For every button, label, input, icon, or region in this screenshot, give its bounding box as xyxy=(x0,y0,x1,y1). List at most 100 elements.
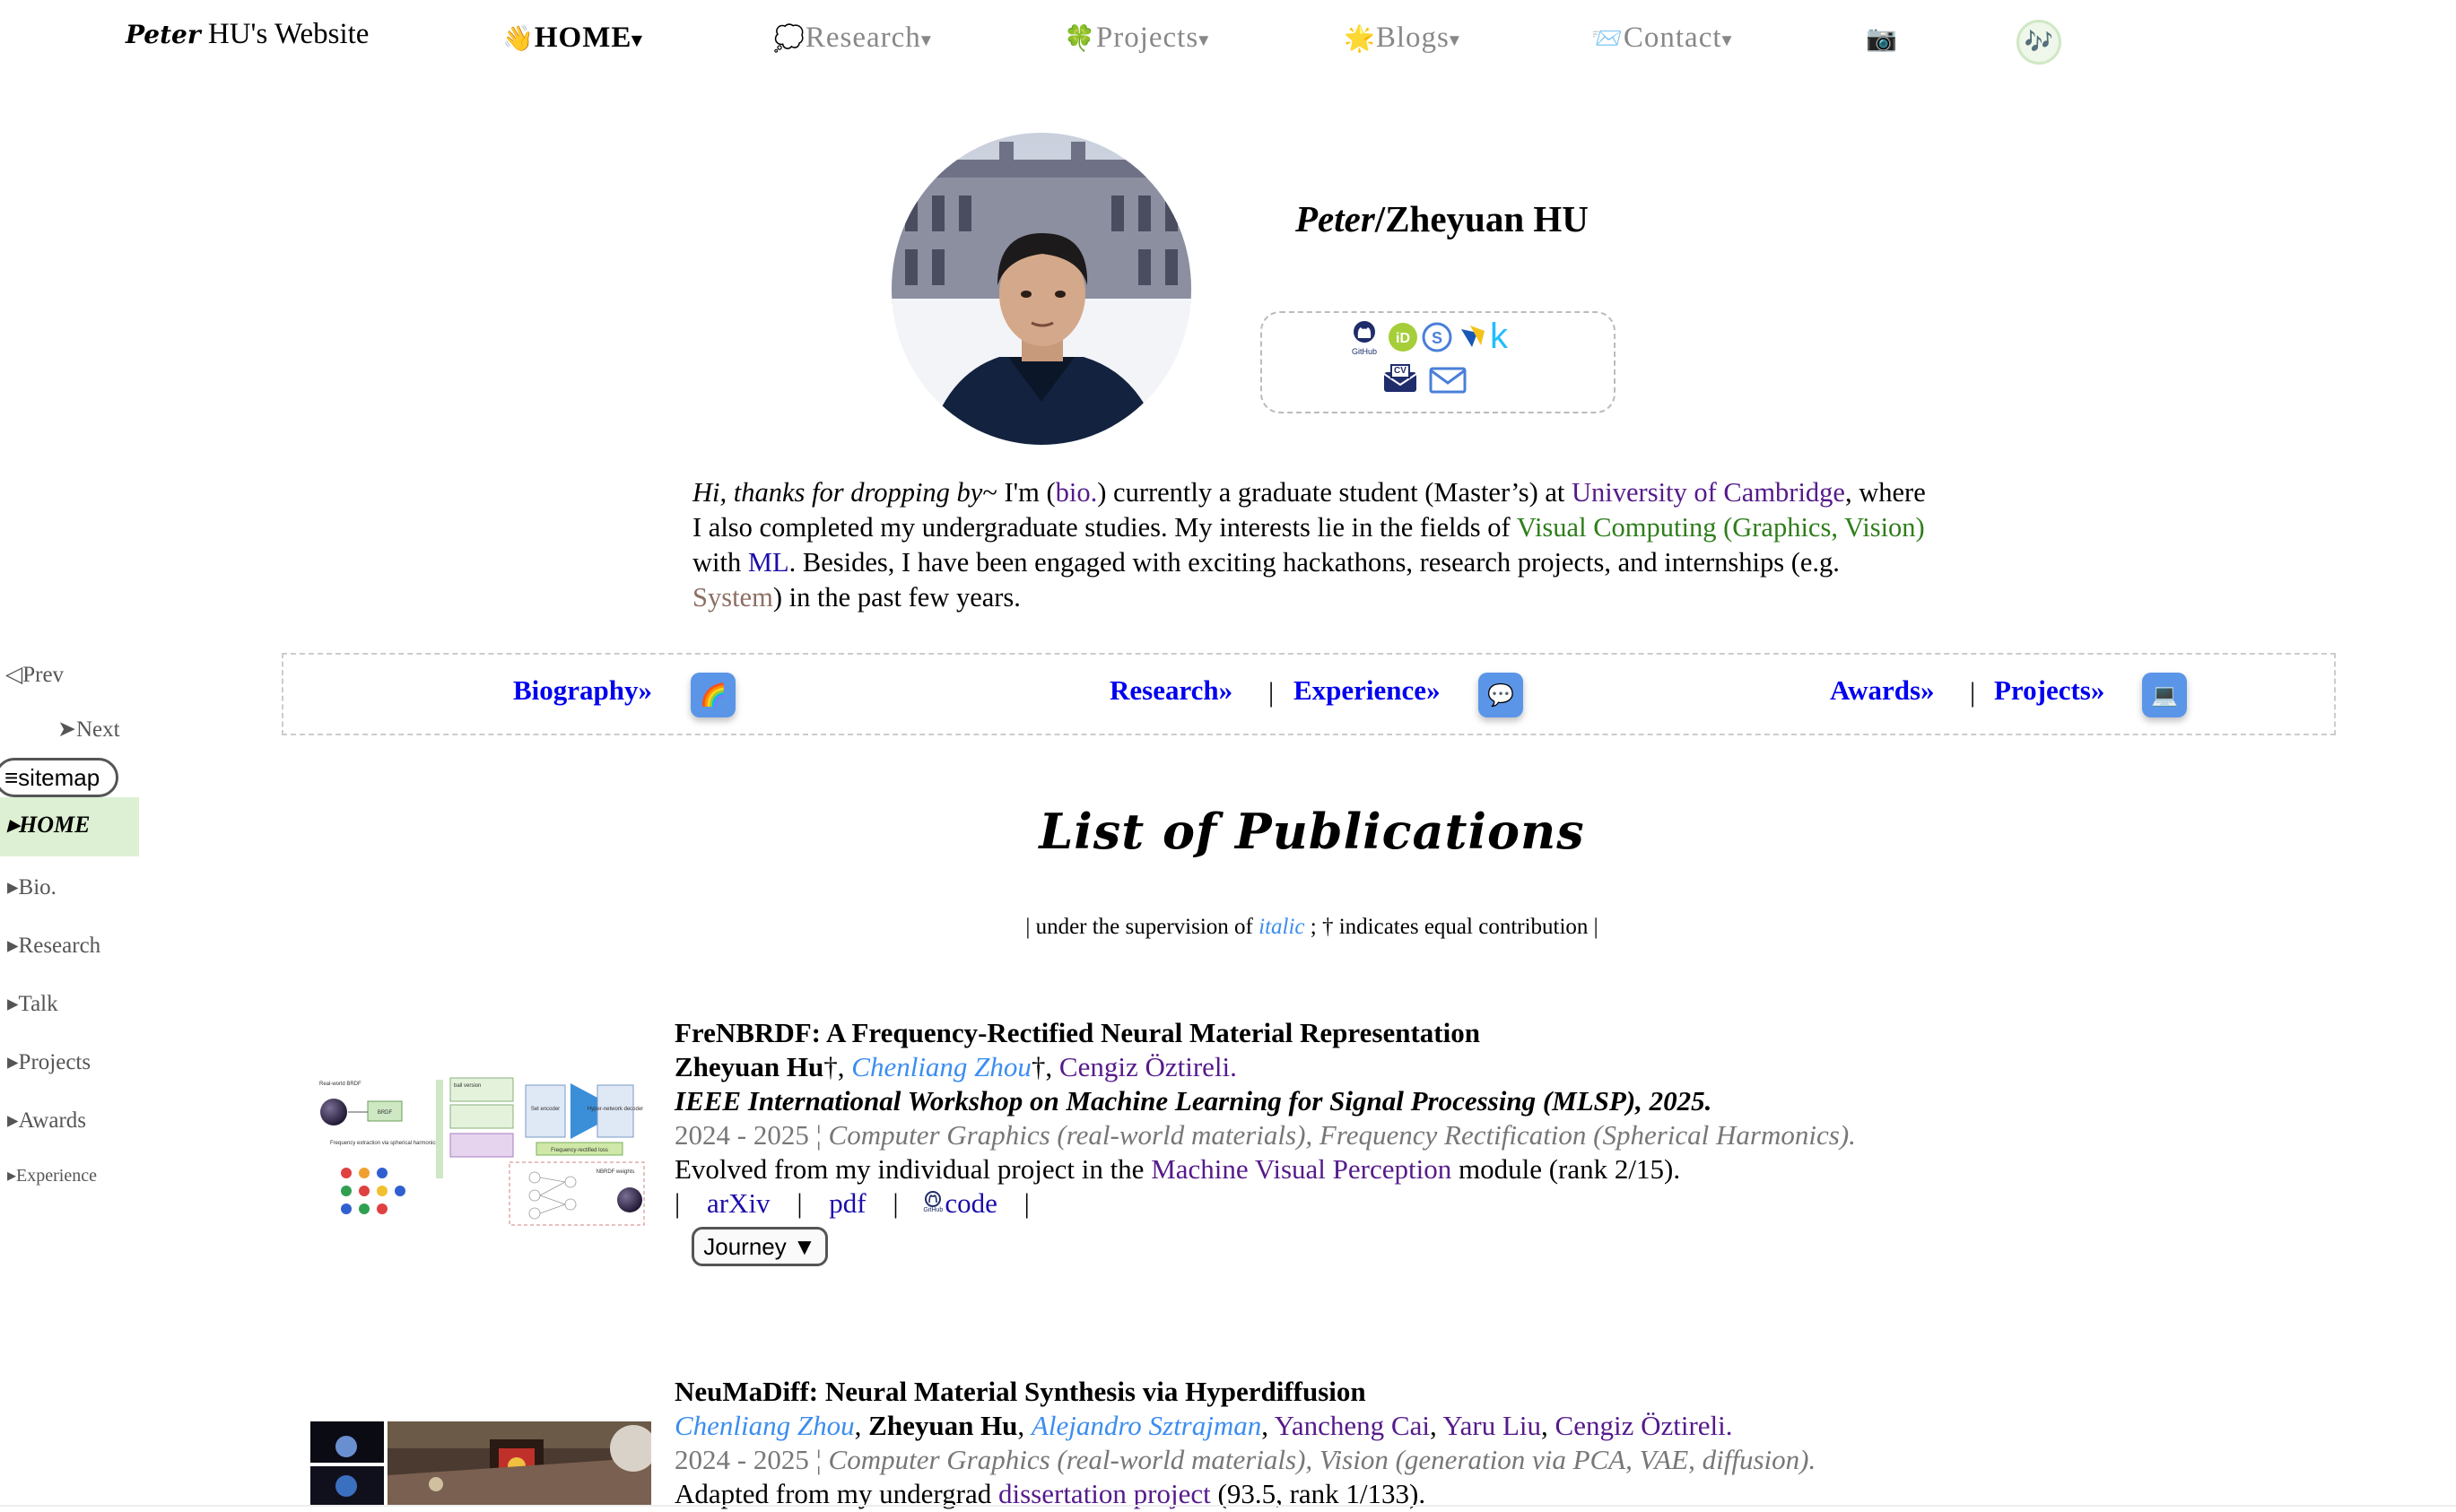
profile-name: Peter/Zheyuan HU xyxy=(1295,197,1589,240)
chevron-down-icon: ▾ xyxy=(1449,28,1460,51)
desc-text: Evolved from my individual project in th… xyxy=(675,1153,1152,1185)
rainbow-button[interactable]: 🌈 xyxy=(691,673,736,717)
thumb-label: Real-world BRDF xyxy=(319,1082,361,1087)
thumb-label: Frequency-rectified loss xyxy=(551,1148,608,1153)
sidenav-item-talk[interactable]: ▸Talk xyxy=(7,990,58,1017)
comma: , xyxy=(854,1410,869,1441)
comma: , xyxy=(1045,1051,1059,1082)
sidenav-item-bio[interactable]: ▸Bio. xyxy=(7,873,57,900)
computer-button[interactable]: 💻 xyxy=(2142,673,2187,717)
nav-projects[interactable]: 🍀Projects▾ xyxy=(1064,22,1209,55)
pdf-link[interactable]: pdf xyxy=(829,1187,866,1219)
desc-text: module (rank 2/15). xyxy=(1451,1153,1681,1185)
cv-link[interactable]: CV xyxy=(1382,363,1418,394)
google-scholar-icon: S xyxy=(1422,322,1452,352)
top-navbar: Peter HU's Website 👋HOME▾ 💭Research▾ 🍀Pr… xyxy=(0,0,2456,81)
author-link-chenliang-zhou[interactable]: Chenliang Zhou xyxy=(851,1051,1032,1082)
nav-home[interactable]: 👋HOME▾ xyxy=(502,22,642,55)
system-link[interactable]: System xyxy=(692,582,773,613)
waving-hand-icon: 👋 xyxy=(502,23,535,53)
profile-name-italic: Peter xyxy=(1295,198,1375,239)
music-toggle-button[interactable]: 🎶 xyxy=(2016,20,2061,65)
visual-computing-link[interactable]: Visual Computing (Graphics, Vision) xyxy=(1517,512,1925,543)
awards-section-link[interactable]: Awards» xyxy=(1830,674,1935,707)
site-title-link[interactable]: Peter HU's Website xyxy=(126,18,369,51)
email-link[interactable] xyxy=(1429,367,1467,397)
experience-section-link[interactable]: Experience» xyxy=(1293,674,1441,707)
music-notes-icon: 🎶 xyxy=(2024,29,2054,56)
prev-link[interactable]: ◁Prev xyxy=(5,661,64,688)
intro-greeting: Hi, thanks for dropping by xyxy=(692,477,983,508)
pub1-venue: IEEE International Workshop on Machine L… xyxy=(675,1085,1712,1117)
author-link-cengiz-oztireli[interactable]: Cengiz Öztireli xyxy=(1555,1410,1726,1441)
comma: , xyxy=(1017,1410,1032,1441)
university-link[interactable]: University of Cambridge xyxy=(1572,477,1845,508)
svg-text:S: S xyxy=(1432,329,1442,347)
author-link-chenliang-zhou[interactable]: Chenliang Zhou xyxy=(675,1410,855,1441)
thumb-label: BRDF xyxy=(378,1110,393,1116)
thought-bubble-icon: 💭 xyxy=(773,23,806,53)
dagger: † xyxy=(823,1051,838,1082)
mvp-module-link[interactable]: Machine Visual Perception xyxy=(1151,1153,1451,1185)
journey-button[interactable]: Journey ▼ xyxy=(692,1227,828,1266)
separator: | xyxy=(1023,1187,1030,1219)
frenbrdf-thumbnail: Real-world BRDF BRDF Frequency extractio… xyxy=(310,1074,651,1229)
chat-button[interactable]: 💬 xyxy=(1478,673,1523,717)
projects-section-link[interactable]: Projects» xyxy=(1994,674,2104,707)
svg-text:iD: iD xyxy=(1396,331,1410,346)
author-link-alejandro-sztrajman[interactable]: Alejandro Sztrajman xyxy=(1032,1410,1261,1441)
thumb-label: ball version xyxy=(454,1083,481,1089)
google-scholar-link[interactable]: S xyxy=(1422,322,1452,352)
camera-button[interactable]: 📷 xyxy=(1866,22,1898,55)
code-link-label: code xyxy=(945,1187,997,1219)
github-link[interactable]: GitHub xyxy=(1348,320,1380,360)
frenbrdf-diagram: Real-world BRDF BRDF Frequency extractio… xyxy=(310,1074,651,1229)
computer-icon: 💻 xyxy=(2151,682,2178,708)
kaggle-icon: k xyxy=(1490,317,1508,356)
dagger: † xyxy=(1031,1051,1046,1082)
nav-blogs-label: Blogs xyxy=(1375,22,1450,54)
pub1-authors: Zheyuan Hu†, Chenliang Zhou†, Cengiz Özt… xyxy=(675,1051,1237,1083)
nav-contact[interactable]: 📨Contact▾ xyxy=(1591,22,1733,55)
nav-research[interactable]: 💭Research▾ xyxy=(773,22,932,55)
chevron-down-icon: ▾ xyxy=(1721,28,1733,51)
intro-text: . Besides, I have been engaged with exci… xyxy=(788,547,1840,578)
author-link-cengiz-oztireli[interactable]: Cengiz Öztireli xyxy=(1059,1051,1230,1082)
bio-link[interactable]: bio. xyxy=(1056,477,1098,508)
orcid-icon: iD xyxy=(1389,323,1417,352)
ml-link[interactable]: ML xyxy=(748,547,789,578)
rainbow-icon: 🌈 xyxy=(700,682,727,708)
orcid-link[interactable]: iD xyxy=(1388,322,1418,352)
comma: , xyxy=(1429,1410,1443,1441)
biography-section-link[interactable]: Biography» xyxy=(513,674,652,707)
profile-name-rest: /Zheyuan HU xyxy=(1374,198,1589,239)
pub1-author-self: Zheyuan Hu xyxy=(675,1051,824,1082)
thumb-label: Set encoder xyxy=(531,1107,560,1112)
nav-projects-label: Projects xyxy=(1095,22,1199,54)
sidenav-item-awards[interactable]: ▸Awards xyxy=(7,1107,86,1134)
thumb-label: NBRDF weights xyxy=(597,1169,635,1175)
profile-photo xyxy=(892,133,1191,445)
envelope-icon: 📨 xyxy=(1591,23,1624,53)
next-link[interactable]: ➤Next xyxy=(57,716,120,743)
nav-blogs[interactable]: 🌟Blogs▾ xyxy=(1344,22,1460,55)
semantic-scholar-link[interactable] xyxy=(1458,322,1488,352)
pub1-meta: 2024 - 2025 ¦ Computer Graphics (real-wo… xyxy=(675,1119,1856,1151)
sidenav-item-experience[interactable]: ▸Experience xyxy=(7,1164,97,1186)
author-link-yancheng-cai[interactable]: Yancheng Cai xyxy=(1275,1410,1430,1441)
code-link[interactable]: GitHub code xyxy=(921,1187,997,1219)
neumadiff-renders xyxy=(310,1421,651,1505)
research-section-link[interactable]: Research» xyxy=(1110,674,1232,707)
author-link-yaru-liu[interactable]: Yaru Liu xyxy=(1442,1410,1541,1441)
nav-contact-label: Contact xyxy=(1623,22,1722,54)
kaggle-link[interactable]: k xyxy=(1490,318,1520,354)
thumb-label: Hyper-network decoder xyxy=(588,1107,643,1112)
neumadiff-thumbnail xyxy=(310,1421,651,1505)
pub2-topics: Computer Graphics (real-world materials)… xyxy=(828,1444,1816,1475)
thumb-label: Frequency extraction via spherical harmo… xyxy=(330,1141,438,1146)
sidenav-item-projects[interactable]: ▸Projects xyxy=(7,1048,91,1075)
sitemap-button[interactable]: ≡sitemap xyxy=(0,758,118,797)
pub1-years: 2024 - 2025 ¦ xyxy=(675,1119,829,1151)
arxiv-link[interactable]: arXiv xyxy=(707,1187,771,1219)
email-icon xyxy=(1429,367,1467,394)
